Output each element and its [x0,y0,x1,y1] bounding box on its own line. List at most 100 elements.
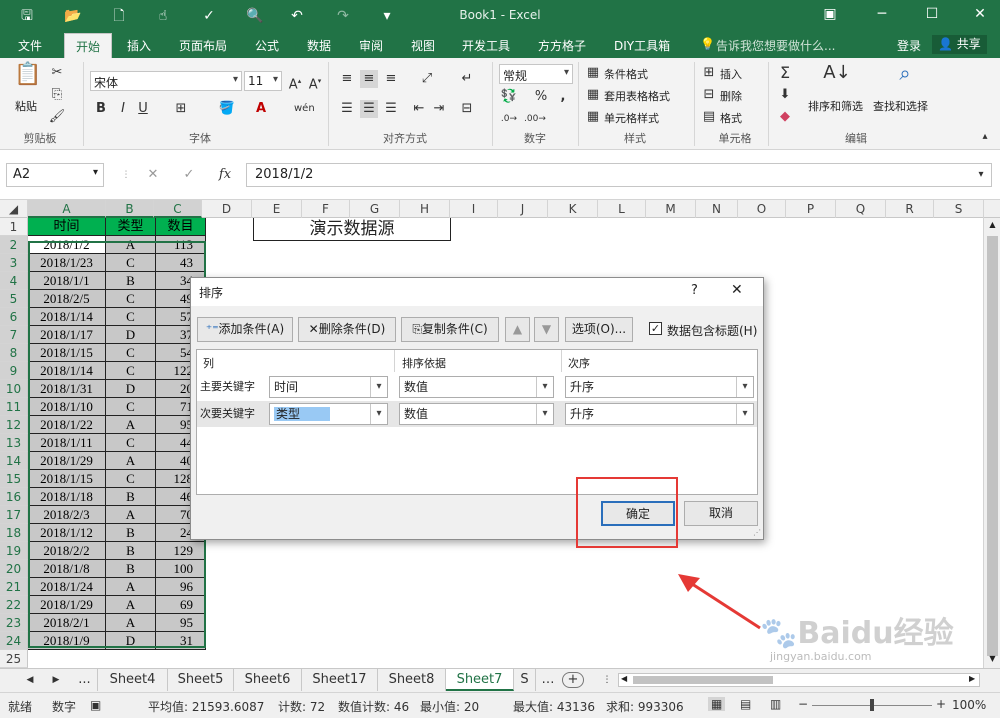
sheet-tab[interactable]: Sheet6 [234,669,302,691]
table-cell[interactable]: 2018/1/29 [28,596,106,614]
vertical-scroll-thumb[interactable] [987,236,998,656]
expand-formula-icon[interactable]: ▾ [972,166,990,184]
number-format-select[interactable]: 常规 [499,64,573,84]
row-header[interactable]: 16 [0,488,28,506]
header-cell[interactable]: 时间 [28,218,106,236]
sign-in-link[interactable]: 登录 [897,37,921,54]
tab-view[interactable]: 视图 [411,37,435,54]
table-cell[interactable]: 31 [156,632,206,650]
normal-view-icon[interactable]: ▦ [708,697,726,711]
table-cell[interactable]: 113 [156,236,206,254]
delete-level-button[interactable]: ✕删除条件(D) [298,317,396,342]
conditional-format-icon[interactable]: ▦ [584,64,602,82]
table-format-button[interactable]: 套用表格格式 [604,88,670,104]
column-header-n[interactable]: N [696,200,738,218]
table-cell[interactable]: B [106,272,156,290]
find-select-icon[interactable]: ⌕ [890,63,920,94]
column-header-d[interactable]: D [202,200,252,218]
increase-font-icon[interactable]: A▴ [286,72,304,92]
resize-grip-icon[interactable]: ⋰ [753,528,761,537]
cancel-button[interactable]: 取消 [684,501,758,526]
primary-sort-on-select[interactable]: 数值 ▾ [399,376,554,398]
table-cell[interactable]: 2018/1/8 [28,560,106,578]
column-header-e[interactable]: E [252,200,302,218]
column-header-l[interactable]: L [598,200,646,218]
sheet-tab[interactable]: Sheet17 [302,669,378,691]
horizontal-scroll-thumb[interactable] [633,676,773,684]
wrap-text-icon[interactable]: ↵ [458,70,476,88]
add-sheet-button[interactable]: + [562,672,584,688]
scroll-left-icon[interactable]: ◀ [621,674,627,683]
table-cell[interactable]: D [106,380,156,398]
primary-order-select[interactable]: 升序 ▾ [565,376,754,398]
align-right-icon[interactable]: ☰ [382,100,400,118]
table-cell[interactable]: A [106,578,156,596]
more-sheets-button[interactable]: ... [72,669,98,691]
share-button[interactable]: 👤 共享 [932,35,987,54]
table-cell[interactable]: 2018/2/3 [28,506,106,524]
table-cell[interactable]: C [106,344,156,362]
table-cell[interactable]: 2018/2/1 [28,614,106,632]
add-level-button[interactable]: ⁺⁼添加条件(A) [197,317,293,342]
format-button[interactable]: 格式 [720,110,742,126]
formula-input[interactable]: 2018/1/2 [246,163,992,187]
cut-icon[interactable]: ✂ [48,64,66,82]
decrease-indent-icon[interactable]: ⇤ [410,100,428,118]
move-up-button[interactable]: ▲ [505,317,530,342]
column-header-k[interactable]: K [548,200,598,218]
row-header[interactable]: 19 [0,542,28,560]
tab-data[interactable]: 数据 [307,37,331,54]
row-header[interactable]: 13 [0,434,28,452]
sort-filter-button[interactable]: 排序和筛选 [808,98,863,114]
orientation-icon[interactable]: ⤢ [418,70,436,88]
column-header-f[interactable]: F [302,200,350,218]
find-select-button[interactable]: 查找和选择 [873,98,928,114]
move-down-button[interactable]: ▼ [534,317,559,342]
format-cells-icon[interactable]: ▤ [700,108,718,126]
tab-formulas[interactable]: 公式 [255,37,279,54]
increase-indent-icon[interactable]: ⇥ [430,100,448,118]
table-cell[interactable]: 2018/1/2 [28,236,106,254]
vertical-scrollbar[interactable]: ▲ ▼ [983,218,1000,668]
table-cell[interactable]: 2018/1/18 [28,488,106,506]
column-header-p[interactable]: P [786,200,836,218]
table-cell[interactable]: C [106,470,156,488]
table-cell[interactable]: 2018/1/31 [28,380,106,398]
table-cell[interactable]: 129 [156,542,206,560]
table-cell[interactable]: 2018/1/29 [28,452,106,470]
row-header[interactable]: 1 [0,218,28,236]
cell-style-button[interactable]: 单元格样式 [604,110,659,126]
zoom-in-icon[interactable]: + [936,697,946,711]
tab-insert[interactable]: 插入 [127,37,151,54]
row-header[interactable]: 9 [0,362,28,380]
comma-style-icon[interactable]: , [554,88,572,106]
dots-handle-icon[interactable]: ⋮ [117,166,135,184]
insert-function-icon[interactable]: fx [216,166,234,184]
close-icon[interactable]: ✕ [970,6,990,22]
column-header-a[interactable]: A [28,200,106,218]
help-button[interactable]: ? [691,283,698,298]
tell-me-box[interactable]: 告诉我您想要做什么... [716,37,835,54]
table-cell[interactable]: 2018/1/12 [28,524,106,542]
zoom-out-icon[interactable]: − [798,697,808,711]
table-cell[interactable]: 2018/1/22 [28,416,106,434]
maximize-icon[interactable]: ☐ [922,6,942,22]
scroll-right-icon[interactable]: ▶ [969,674,975,683]
tab-diy-toolbox[interactable]: DIY工具箱 [614,37,670,54]
table-cell[interactable]: A [106,452,156,470]
row-header[interactable]: 24 [0,632,28,650]
row-header[interactable]: 6 [0,308,28,326]
format-painter-icon[interactable]: 🖌 [48,108,66,126]
table-cell[interactable]: 2018/1/9 [28,632,106,650]
scroll-up-icon[interactable]: ▲ [987,220,998,229]
table-cell[interactable]: 2018/2/2 [28,542,106,560]
confirm-entry-icon[interactable]: ✓ [180,166,198,184]
horizontal-scrollbar[interactable]: ◀ ▶ [618,673,980,687]
next-sheet-icon[interactable]: ▶ [44,669,68,691]
decrease-decimal-icon[interactable]: .00→ [524,110,546,128]
row-header[interactable]: 5 [0,290,28,308]
increase-decimal-icon[interactable]: .0→ [500,110,518,128]
table-cell[interactable]: A [106,614,156,632]
column-header-h[interactable]: H [400,200,450,218]
has-headers-checkbox[interactable]: ✓ [649,322,662,335]
